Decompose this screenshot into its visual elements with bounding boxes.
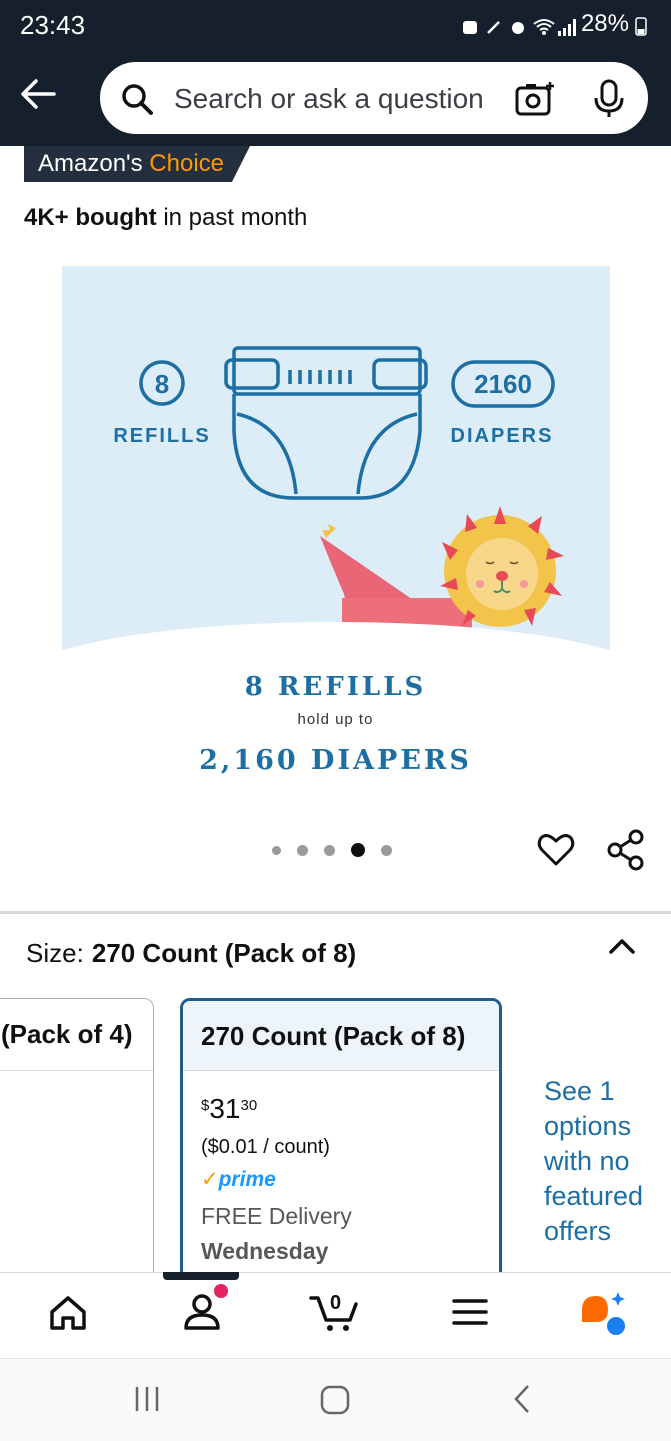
active-tab-indicator xyxy=(163,1272,239,1280)
alarm-icon xyxy=(509,15,527,34)
refills-count: 8 xyxy=(155,369,169,399)
prime-badge: ✓prime xyxy=(201,1168,276,1191)
carousel-dot[interactable] xyxy=(381,844,392,856)
image-caption-hold: hold up to xyxy=(297,711,374,728)
unit-price: ($0.01 / count) xyxy=(201,1136,330,1158)
heart-icon[interactable] xyxy=(536,830,576,875)
product-image[interactable]: 8 REFILLS 2160 DIAPERS xyxy=(62,266,610,658)
status-time: 23:43 xyxy=(20,10,86,40)
carousel-dot[interactable] xyxy=(272,845,281,855)
selected-size: 270 Count (Pack of 8) xyxy=(91,938,357,968)
option-price: $3130 xyxy=(201,1093,258,1124)
diapers-label: DIAPERS xyxy=(451,425,554,447)
carousel-dot-active[interactable] xyxy=(351,843,365,857)
prime-check-icon: ✓ xyxy=(201,1168,219,1191)
amazons-choice-badge[interactable]: Amazon's Choice xyxy=(24,146,250,182)
recent-apps-icon[interactable] xyxy=(132,1383,162,1420)
lion-illustration xyxy=(320,506,564,638)
search-bar[interactable]: Search or ask a question xyxy=(98,60,650,136)
back-arrow-icon[interactable] xyxy=(18,76,62,116)
cart-count: 0 xyxy=(330,1292,342,1314)
wifi-icon xyxy=(533,15,555,35)
home-button-icon[interactable] xyxy=(318,1383,352,1420)
search-icon xyxy=(120,82,156,123)
size-option-card-selected[interactable]: 270 Count (Pack of 8) $3130 ($0.01 / cou… xyxy=(180,998,502,1298)
badge-highlight: Choice xyxy=(149,150,225,177)
rufus-assistant-icon[interactable] xyxy=(578,1290,628,1341)
see-options-link[interactable]: See 1 options with no featured offers xyxy=(544,1074,671,1249)
delivery-text: FREE Delivery xyxy=(201,1203,352,1229)
carousel-indicator[interactable] xyxy=(272,843,392,857)
bought-in-past-month: 4K+ bought in past month xyxy=(24,204,308,231)
size-option-label: (Pack of 4) xyxy=(0,999,153,1071)
status-icons: 28% xyxy=(461,10,647,38)
pen-icon xyxy=(485,15,503,34)
diaper-illustration: 8 REFILLS 2160 DIAPERS xyxy=(113,346,564,638)
chevron-up-icon[interactable] xyxy=(608,936,636,961)
battery-icon xyxy=(635,15,647,36)
search-placeholder[interactable]: Search or ask a question xyxy=(174,83,484,115)
system-navigation-bar xyxy=(0,1358,671,1441)
refills-label: REFILLS xyxy=(113,425,210,447)
system-back-icon[interactable] xyxy=(510,1383,536,1420)
share-icon[interactable] xyxy=(605,828,647,877)
section-divider xyxy=(0,911,671,914)
image-caption-refills: 8 REFILLS xyxy=(244,672,427,702)
size-selector-header[interactable]: Size: 270 Count (Pack of 8) xyxy=(26,938,356,969)
notification-dot xyxy=(214,1284,228,1298)
carousel-dot[interactable] xyxy=(297,844,308,856)
diapers-count: 2160 xyxy=(474,369,532,399)
battery-percent: 28% xyxy=(580,10,629,37)
top-header: 23:43 28% Search or ask a question xyxy=(0,0,671,146)
home-icon[interactable] xyxy=(46,1290,90,1339)
menu-icon[interactable] xyxy=(450,1290,490,1339)
camera-search-icon[interactable] xyxy=(514,80,556,125)
carousel-dot[interactable] xyxy=(324,844,335,856)
microphone-icon[interactable] xyxy=(592,78,626,125)
delivery-day: Wednesday xyxy=(201,1238,329,1264)
image-caption-diapers: 2,160 DIAPERS xyxy=(199,745,472,776)
notification-icon xyxy=(461,15,479,34)
size-option-card[interactable]: (Pack of 4) xyxy=(0,998,154,1298)
size-option-label: 270 Count (Pack of 8) xyxy=(183,1001,499,1071)
badge-prefix: Amazon's xyxy=(38,150,150,177)
signal-icon xyxy=(557,15,576,36)
